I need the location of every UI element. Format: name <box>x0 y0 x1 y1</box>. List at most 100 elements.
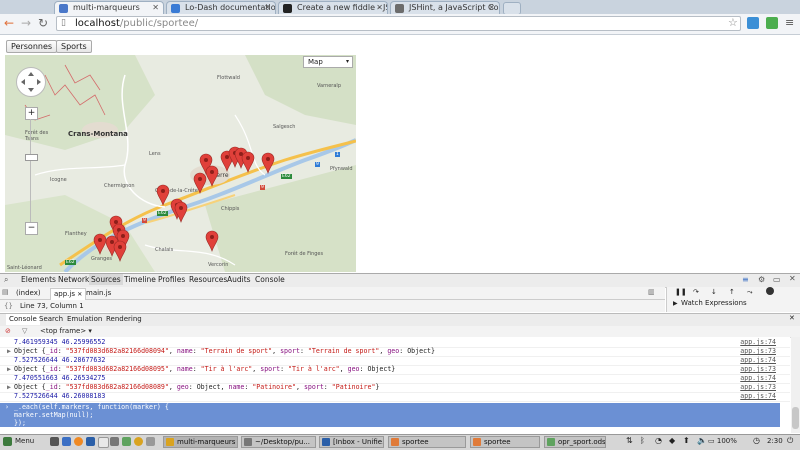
map-marker[interactable] <box>205 165 219 187</box>
pause-on-exceptions-icon[interactable] <box>766 287 774 295</box>
drawer-tab-console[interactable]: Console <box>6 314 40 325</box>
taskbar-item-sportee-2[interactable]: sportee <box>470 436 540 448</box>
bluetooth-icon[interactable]: ᛒ <box>640 436 645 445</box>
sports-button[interactable]: Sports <box>56 40 92 53</box>
map-type-select[interactable]: Map ▾ <box>303 56 353 68</box>
app-launcher-icon[interactable] <box>146 437 155 446</box>
tab-profiles[interactable]: Profiles <box>156 274 187 285</box>
close-drawer-icon[interactable]: ✕ <box>789 314 795 322</box>
browser-tab-jsfiddle[interactable]: Create a new fiddle - JS ✕ <box>278 1 388 14</box>
browser-tab-lodash[interactable]: Lo-Dash documentation ✕ <box>166 1 276 14</box>
filter-icon[interactable]: ▽ <box>22 326 27 337</box>
tab-timeline[interactable]: Timeline <box>122 274 158 285</box>
close-tab-icon[interactable]: ✕ <box>376 2 383 14</box>
expand-arrow-icon[interactable]: ▶ <box>673 300 678 307</box>
drawer-tab-emulation[interactable]: Emulation <box>64 314 105 325</box>
pause-icon[interactable]: ❚❚ <box>675 288 687 296</box>
files-launcher-icon[interactable] <box>62 437 71 446</box>
frame-select[interactable]: <top frame> ▾ <box>40 326 92 337</box>
map-marker[interactable] <box>241 151 255 173</box>
drawer-tab-rendering[interactable]: Rendering <box>103 314 145 325</box>
taskbar-item-files[interactable]: ~/Desktop/pu... <box>241 436 316 448</box>
file-tab-index[interactable]: (index) <box>13 288 44 298</box>
forward-icon[interactable]: → <box>19 16 33 30</box>
source-link[interactable]: app.js:73 <box>740 383 776 392</box>
toggle-navigator-icon[interactable]: ▤ <box>2 288 9 296</box>
close-tab-icon[interactable]: ✕ <box>264 2 271 14</box>
settings-gear-icon[interactable]: ⚙ <box>758 275 765 284</box>
tab-elements[interactable]: Elements <box>19 274 58 285</box>
step-over-icon[interactable]: ↷ <box>693 288 699 296</box>
browser-tab-jshint[interactable]: JSHint, a JavaScript Co ✕ <box>390 1 500 14</box>
console-command-entry[interactable]: › _.each(self.markers, function(marker) … <box>0 403 780 427</box>
deactivate-breakpoints-icon[interactable]: ⤳ <box>747 288 753 297</box>
source-link[interactable]: app.js:73 <box>740 347 776 356</box>
extension-icon[interactable] <box>747 17 759 29</box>
inspect-icon[interactable]: ⌕ <box>4 275 8 285</box>
personnes-button[interactable]: Personnes <box>6 40 58 53</box>
map-marker[interactable] <box>174 201 188 223</box>
network-icon[interactable]: ⇅ <box>626 436 633 445</box>
map-marker[interactable] <box>156 184 170 206</box>
source-link[interactable]: app.js:74 <box>740 338 776 347</box>
drawer-tab-search[interactable]: Search <box>36 314 66 325</box>
tab-console[interactable]: Console <box>253 274 287 285</box>
office-launcher-icon[interactable] <box>122 437 131 446</box>
pretty-print-icon[interactable]: {} <box>4 300 13 312</box>
text-editor-launcher-icon[interactable] <box>98 437 109 448</box>
power-icon[interactable]: ⏻ <box>787 436 793 446</box>
chrome-launcher-icon[interactable] <box>134 437 143 446</box>
toggle-debugger-icon[interactable]: ▥ <box>648 288 655 296</box>
step-into-icon[interactable]: ↓ <box>711 288 717 296</box>
close-tab-icon[interactable]: ✕ <box>488 2 495 14</box>
update-icon[interactable]: ⬆ <box>683 436 690 445</box>
taskbar-item-mail[interactable]: [Inbox - Unifie... <box>319 436 384 448</box>
extension-icon[interactable] <box>766 17 778 29</box>
watch-expressions-header[interactable]: Watch Expressions <box>681 299 747 307</box>
map-marker[interactable] <box>193 172 207 194</box>
step-out-icon[interactable]: ↑ <box>729 288 735 296</box>
source-link[interactable]: app.js:73 <box>740 365 776 374</box>
monitor-launcher-icon[interactable] <box>110 437 119 446</box>
clear-console-icon[interactable]: ⊘ <box>5 326 11 337</box>
tab-audits[interactable]: Audits <box>225 274 253 285</box>
zoom-in-button[interactable]: + <box>25 107 38 120</box>
tab-resources[interactable]: Resources <box>187 274 229 285</box>
close-icon[interactable]: ✕ <box>77 291 82 298</box>
address-bar[interactable]: ▯ localhost/public/sportee/ <box>56 16 741 31</box>
map-view[interactable]: Flottwald Varneralp Crans-Montana Salges… <box>5 55 356 272</box>
tab-sources[interactable]: Sources <box>89 274 123 285</box>
source-link[interactable]: app.js:74 <box>740 356 776 365</box>
file-tab-app-js[interactable]: app.js ✕ <box>50 288 87 300</box>
zoom-slider-track[interactable] <box>30 119 31 222</box>
thunderbird-launcher-icon[interactable] <box>86 437 95 446</box>
source-link[interactable]: app.js:74 <box>740 392 776 401</box>
taskbar-item-sportee-1[interactable]: sportee <box>388 436 466 448</box>
file-tab-main-js[interactable]: main.js <box>83 288 114 298</box>
browser-tab-multi-marqueurs[interactable]: multi-marqueurs ✕ <box>54 1 164 14</box>
close-devtools-icon[interactable]: ✕ <box>789 274 796 283</box>
expand-arrow-icon[interactable]: ▶ <box>7 347 11 356</box>
dock-icon[interactable]: ▭ <box>773 275 781 284</box>
console-scrollbar[interactable] <box>791 337 800 433</box>
expand-arrow-icon[interactable]: ▶ <box>7 383 11 392</box>
console-drawer-icon[interactable]: ≡ <box>742 275 749 284</box>
expand-arrow-icon[interactable]: ▶ <box>7 365 11 374</box>
volume-icon[interactable]: 🔈 <box>697 436 707 445</box>
dropbox-icon[interactable]: ◆ <box>669 436 675 445</box>
start-menu-button[interactable]: Menu <box>3 436 34 447</box>
scrollbar-thumb[interactable] <box>792 407 799 429</box>
battery-indicator[interactable]: ▭ 100% <box>708 437 737 445</box>
taskbar-item-browser[interactable]: multi-marqueurs <box>163 436 238 448</box>
menu-icon[interactable]: ≡ <box>785 16 794 29</box>
back-icon[interactable]: ← <box>2 16 16 30</box>
console-log-line[interactable]: 7.527526644 46.26008183 app.js:74 <box>0 392 790 402</box>
map-marker[interactable] <box>113 240 127 262</box>
clock[interactable]: 2:30 <box>767 437 783 445</box>
reload-icon[interactable]: ↻ <box>36 16 50 30</box>
source-link[interactable]: app.js:74 <box>740 374 776 383</box>
firefox-launcher-icon[interactable] <box>74 437 83 446</box>
map-marker[interactable] <box>261 152 275 174</box>
zoom-out-button[interactable]: − <box>25 222 38 235</box>
map-marker[interactable] <box>205 230 219 252</box>
